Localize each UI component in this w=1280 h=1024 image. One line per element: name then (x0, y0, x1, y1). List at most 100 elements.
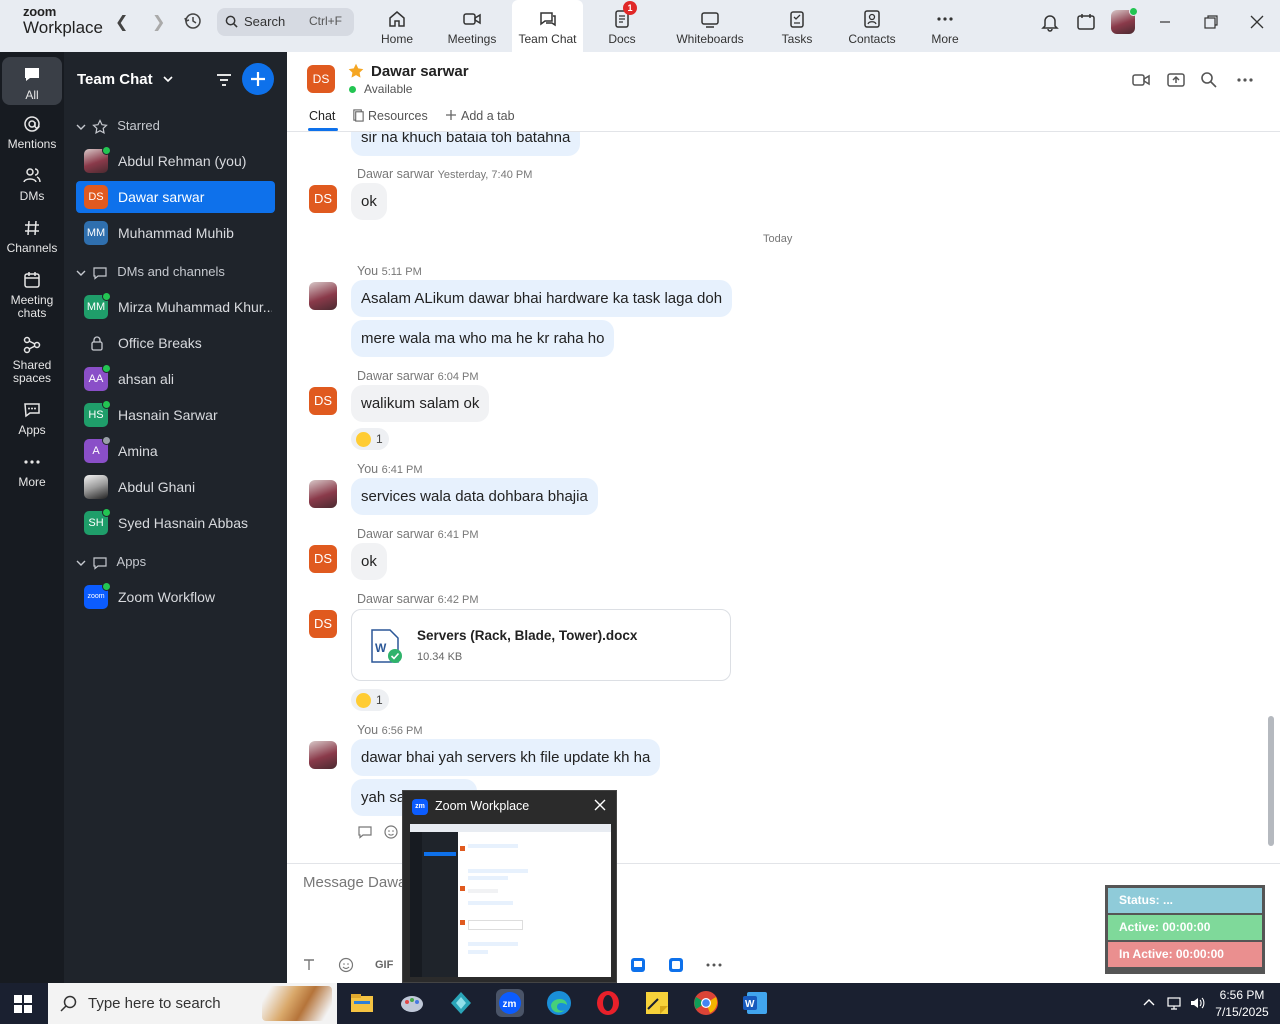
tab-more[interactable]: More (922, 0, 968, 52)
rail-mentions[interactable]: Mentions (2, 114, 62, 158)
opera-browser-icon[interactable] (594, 989, 622, 1017)
file-attachment[interactable]: W Servers (Rack, Blade, Tower).docx 10.3… (351, 609, 731, 681)
message-bubble[interactable]: Asalam ALikum dawar bhai hardware ka tas… (351, 280, 733, 317)
message-bubble[interactable]: sir na khuch bataia toh batahna (351, 132, 581, 156)
message-bubble[interactable]: ok (351, 183, 387, 220)
sidebar-item-office-breaks[interactable]: Office Breaks (76, 327, 275, 359)
forward-arrow-icon[interactable]: ❯ (152, 12, 165, 32)
sender-avatar[interactable] (309, 741, 337, 769)
windows-start-icon[interactable] (14, 995, 32, 1013)
taskbar-search[interactable]: Type here to search (48, 983, 337, 1024)
reaction-chip[interactable]: 1 (351, 689, 389, 711)
message-bubble[interactable]: ok (351, 543, 387, 580)
network-icon[interactable] (1166, 995, 1182, 1011)
zoom-taskbar-icon[interactable]: zm (496, 989, 524, 1017)
tab-team-chat[interactable]: Team Chat (512, 0, 583, 52)
sticky-notes-icon[interactable] (643, 989, 671, 1017)
rail-shared-spaces[interactable]: Shared spaces (2, 335, 62, 389)
reaction-chip[interactable]: 1 (351, 428, 389, 450)
message-bubble[interactable]: walikum salam ok (351, 385, 490, 422)
message-scrollbar[interactable] (1267, 132, 1275, 863)
chrome-browser-icon[interactable] (692, 989, 720, 1017)
sidebar-item-abdul-rehman[interactable]: Abdul Rehman (you) (76, 145, 275, 177)
rail-dms[interactable]: DMs (2, 166, 62, 210)
history-icon[interactable] (183, 11, 203, 31)
contact-name[interactable]: Dawar sarwar (371, 63, 469, 80)
sender-avatar[interactable] (309, 480, 337, 508)
taskbar-clock[interactable]: 6:56 PM 7/15/2025 (1210, 987, 1274, 1021)
app-diamond-icon[interactable] (447, 989, 475, 1017)
sidebar-item-amina[interactable]: A Amina (76, 435, 275, 467)
search-box[interactable]: Search Ctrl+F (217, 8, 354, 36)
contact-avatar[interactable]: DS (307, 65, 335, 93)
sender-avatar[interactable]: DS (309, 545, 337, 573)
share-screen-icon[interactable] (1166, 70, 1186, 90)
emoji-icon[interactable] (338, 957, 354, 973)
word-app-icon[interactable]: W (741, 989, 769, 1017)
close-icon[interactable] (593, 798, 607, 812)
app-shortcut-icon[interactable] (630, 957, 646, 973)
paint-app-icon[interactable] (398, 989, 426, 1017)
add-tab-button[interactable]: Add a tab (445, 109, 515, 123)
message-bubble[interactable]: services wala data dohbara bhajia (351, 478, 598, 515)
section-dms-channels[interactable]: DMs and channels (76, 264, 225, 281)
more-options-icon[interactable] (1235, 70, 1255, 90)
edge-browser-icon[interactable] (545, 989, 573, 1017)
message-bubble[interactable]: dawar bhai yah servers kh file update kh… (351, 739, 661, 776)
rail-more[interactable]: More (2, 452, 62, 496)
tab-chat[interactable]: Chat (309, 109, 335, 123)
tab-home[interactable]: Home (367, 0, 427, 52)
sidebar-item-mirza[interactable]: MM Mirza Muhammad Khur... (76, 291, 275, 323)
back-arrow-icon[interactable]: ❮ (115, 12, 128, 32)
new-chat-button[interactable] (242, 63, 274, 95)
message-input[interactable]: Message Dawa (303, 874, 406, 891)
calendar-clip-icon[interactable] (1076, 12, 1096, 32)
section-apps[interactable]: Apps (76, 554, 146, 571)
sidebar-item-abdul-ghani[interactable]: Abdul Ghani (76, 471, 275, 503)
sidebar-title[interactable]: Team Chat (77, 71, 173, 88)
file-explorer-icon[interactable] (348, 989, 376, 1017)
taskbar-thumbnail-preview[interactable]: zm Zoom Workplace (402, 790, 617, 983)
sender-avatar[interactable]: DS (309, 610, 337, 638)
scrollbar-thumb[interactable] (1268, 716, 1274, 846)
rail-channels[interactable]: Channels (2, 218, 62, 262)
section-starred[interactable]: Starred (76, 118, 160, 135)
sidebar-item-ahsan-ali[interactable]: AA ahsan ali (76, 363, 275, 395)
profile-avatar[interactable] (1111, 7, 1138, 34)
filter-icon[interactable] (214, 70, 234, 90)
tab-docs[interactable]: 1 Docs (596, 0, 648, 52)
rail-meeting-chats[interactable]: Meeting chats (2, 270, 62, 324)
search-icon[interactable] (1199, 70, 1219, 90)
tab-resources[interactable]: Resources (352, 109, 428, 123)
star-filled-icon[interactable] (347, 62, 365, 80)
sidebar-item-syed-hasnain-abbas[interactable]: SH Syed Hasnain Abbas (76, 507, 275, 539)
reply-icon[interactable] (357, 824, 373, 840)
sidebar-item-zoom-workflow[interactable]: zoom Zoom Workflow (76, 581, 275, 613)
sidebar-item-muhammad-muhib[interactable]: MM Muhammad Muhib (76, 217, 275, 249)
app-shortcut-icon[interactable] (668, 957, 684, 973)
restore-icon[interactable] (1201, 12, 1221, 32)
sender-avatar[interactable]: DS (309, 185, 337, 213)
minimize-icon[interactable] (1155, 12, 1175, 32)
tab-whiteboards[interactable]: Whiteboards (666, 0, 754, 52)
text-format-icon[interactable] (301, 957, 317, 973)
volume-icon[interactable] (1189, 995, 1205, 1011)
tray-chevron-up-icon[interactable] (1142, 995, 1156, 1009)
sender-avatar[interactable] (309, 282, 337, 310)
message-list[interactable]: sir na khuch bataia toh batahna Dawar sa… (287, 132, 1280, 863)
sidebar-item-dawar-sarwar[interactable]: DS Dawar sarwar (76, 181, 275, 213)
message-bubble[interactable]: mere wala ma who ma he kr raha ho (351, 320, 615, 357)
close-icon[interactable] (1247, 12, 1267, 32)
tab-meetings[interactable]: Meetings (441, 0, 503, 52)
bell-icon[interactable] (1040, 12, 1060, 32)
gif-button[interactable]: GIF (375, 959, 393, 971)
sender-avatar[interactable]: DS (309, 387, 337, 415)
video-call-icon[interactable] (1131, 70, 1151, 90)
more-tools-icon[interactable] (705, 957, 723, 973)
tab-tasks[interactable]: Tasks (772, 0, 822, 52)
rail-apps[interactable]: Apps (2, 400, 62, 444)
tab-contacts[interactable]: Contacts (842, 0, 902, 52)
sidebar-item-hasnain-sarwar[interactable]: HS Hasnain Sarwar (76, 399, 275, 431)
rail-all[interactable]: All (2, 57, 62, 105)
emoji-react-icon[interactable] (383, 824, 399, 840)
